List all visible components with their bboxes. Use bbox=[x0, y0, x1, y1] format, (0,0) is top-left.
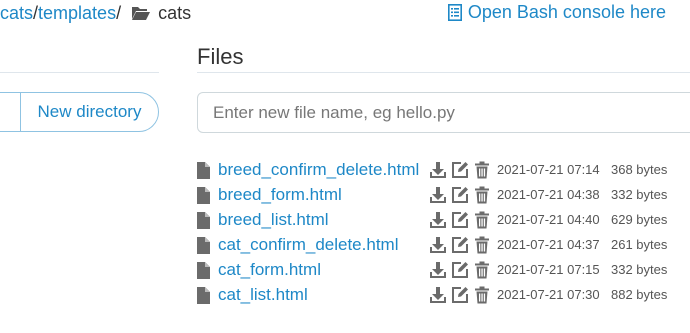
file-modified-date: 2021-07-21 07:15 bbox=[497, 262, 600, 277]
trash-icon[interactable] bbox=[473, 186, 491, 204]
file-name-link[interactable]: breed_form.html bbox=[218, 185, 342, 205]
download-icon[interactable] bbox=[429, 161, 447, 179]
file-modified-date: 2021-07-21 04:37 bbox=[497, 237, 600, 252]
new-file-name-input[interactable] bbox=[197, 92, 690, 133]
file-name-link[interactable]: breed_confirm_delete.html bbox=[218, 160, 419, 180]
trash-icon[interactable] bbox=[473, 161, 491, 179]
file-modified-date: 2021-07-21 07:14 bbox=[497, 162, 600, 177]
file-row: breed_form.html 2021-07-21 04:38 332 bytes bbox=[197, 184, 690, 209]
trash-icon[interactable] bbox=[473, 261, 491, 279]
download-icon[interactable] bbox=[429, 236, 447, 254]
file-modified-date: 2021-07-21 04:38 bbox=[497, 187, 600, 202]
edit-icon[interactable] bbox=[451, 261, 469, 279]
file-row: cat_form.html 2021-07-21 07:15 332 bytes bbox=[197, 259, 690, 284]
file-row: breed_list.html 2021-07-21 04:40 629 bytes bbox=[197, 209, 690, 234]
trash-icon[interactable] bbox=[473, 286, 491, 304]
file-row: cat_confirm_delete.html 2021-07-21 04:37 2… bbox=[197, 234, 690, 259]
folder-open-icon bbox=[131, 5, 151, 21]
trash-icon[interactable] bbox=[473, 236, 491, 254]
file-icon bbox=[197, 237, 210, 254]
file-size: 332 bytes bbox=[611, 262, 668, 277]
download-icon[interactable] bbox=[429, 286, 447, 304]
file-name-link[interactable]: cat_list.html bbox=[218, 285, 308, 305]
file-name-link[interactable]: cat_confirm_delete.html bbox=[218, 235, 398, 255]
trash-icon[interactable] bbox=[473, 211, 491, 229]
edit-icon[interactable] bbox=[451, 161, 469, 179]
files-title: Files bbox=[197, 44, 244, 69]
file-size: 261 bytes bbox=[611, 237, 668, 252]
directories-divider bbox=[0, 72, 159, 73]
files-divider bbox=[197, 72, 690, 73]
edit-icon[interactable] bbox=[451, 211, 469, 229]
edit-icon[interactable] bbox=[451, 186, 469, 204]
file-icon bbox=[197, 162, 210, 179]
file-name-link[interactable]: breed_list.html bbox=[218, 210, 329, 230]
breadcrumb: cats / templates / cats bbox=[0, 0, 191, 26]
new-directory-button[interactable]: New directory bbox=[20, 92, 159, 132]
breadcrumb-current: cats bbox=[158, 2, 192, 23]
file-icon bbox=[197, 212, 210, 229]
edit-icon[interactable] bbox=[451, 236, 469, 254]
file-size: 332 bytes bbox=[611, 187, 668, 202]
download-icon[interactable] bbox=[429, 211, 447, 229]
file-size: 882 bytes bbox=[611, 287, 668, 302]
breadcrumb-separator: / bbox=[116, 2, 122, 23]
file-list: breed_confirm_delete.html 2021-07-21 07:1… bbox=[197, 159, 690, 309]
open-bash-console-label: Open Bash console here bbox=[467, 1, 666, 22]
edit-icon[interactable] bbox=[451, 286, 469, 304]
breadcrumb-link-templates[interactable]: templates bbox=[38, 3, 116, 24]
file-icon bbox=[197, 287, 210, 304]
file-size: 368 bytes bbox=[611, 162, 668, 177]
file-name-link[interactable]: cat_form.html bbox=[218, 260, 321, 280]
file-modified-date: 2021-07-21 04:40 bbox=[497, 212, 600, 227]
file-modified-date: 2021-07-21 07:30 bbox=[497, 287, 600, 302]
file-size: 629 bytes bbox=[611, 212, 668, 227]
download-icon[interactable] bbox=[429, 186, 447, 204]
file-icon bbox=[197, 262, 210, 279]
open-bash-console-link[interactable]: Open Bash console here bbox=[447, 0, 666, 24]
breadcrumb-link-cats[interactable]: cats bbox=[0, 3, 33, 24]
file-row: breed_confirm_delete.html 2021-07-21 07:1… bbox=[197, 159, 690, 184]
new-directory-input[interactable] bbox=[0, 92, 21, 132]
console-list-icon bbox=[447, 3, 462, 21]
download-icon[interactable] bbox=[429, 261, 447, 279]
file-row: cat_list.html 2021-07-21 07:30 882 bytes bbox=[197, 284, 690, 309]
file-icon bbox=[197, 187, 210, 204]
